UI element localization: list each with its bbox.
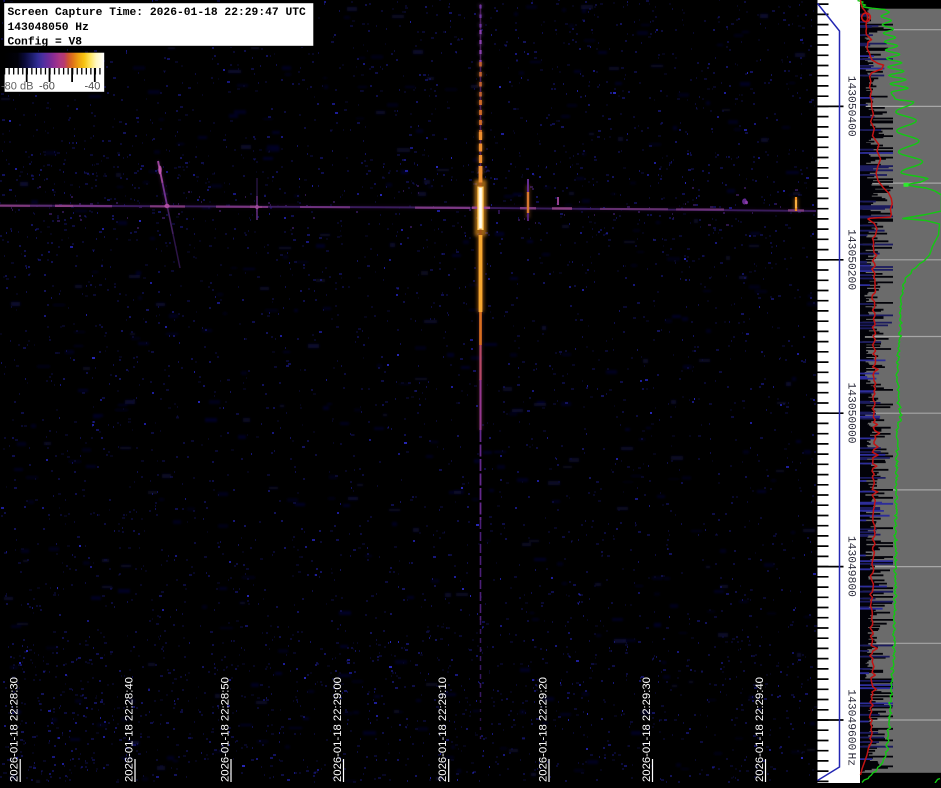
svg-text:-40: -40 [85, 81, 101, 93]
svg-text:143048050 Hz: 143048050 Hz [8, 22, 89, 34]
svg-text:2026-01-18 22:29:20: 2026-01-18 22:29:20 [537, 677, 549, 782]
svg-text:143049800: 143049800 [845, 536, 857, 597]
svg-text:Config = V8: Config = V8 [8, 37, 83, 49]
svg-text:2026-01-18 22:29:30: 2026-01-18 22:29:30 [641, 677, 653, 782]
svg-text:-80 dB: -80 dB [1, 81, 33, 93]
svg-text:2026-01-18 22:28:40: 2026-01-18 22:28:40 [123, 677, 135, 782]
svg-text:2026-01-18 22:28:50: 2026-01-18 22:28:50 [219, 677, 231, 782]
svg-text:143050000: 143050000 [845, 383, 857, 444]
svg-text:Screen Capture Time: 2026-01-1: Screen Capture Time: 2026-01-18 22:29:47… [8, 7, 307, 19]
svg-text:2026-01-18 22:28:30: 2026-01-18 22:28:30 [9, 677, 21, 782]
svg-text:2026-01-18 22:29:10: 2026-01-18 22:29:10 [437, 677, 449, 782]
svg-text:143050200: 143050200 [845, 229, 857, 290]
svg-text:143050400: 143050400 [845, 76, 857, 137]
svg-text:2026-01-18 22:29:00: 2026-01-18 22:29:00 [332, 677, 344, 782]
svg-text:-60: -60 [39, 81, 55, 93]
svg-text:Hz: Hz [845, 753, 857, 767]
svg-text:2026-01-18 22:29:40: 2026-01-18 22:29:40 [754, 677, 766, 782]
svg-text:143049600: 143049600 [845, 689, 857, 750]
